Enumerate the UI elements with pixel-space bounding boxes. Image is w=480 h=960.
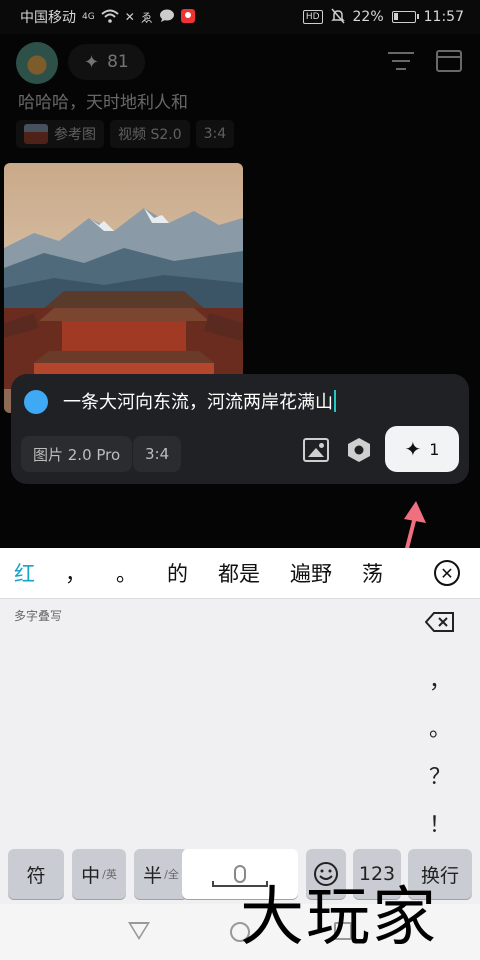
- history-prompt[interactable]: 哈哈哈，天时地利人和: [18, 88, 188, 113]
- comma-key[interactable]: ，: [429, 655, 451, 703]
- status-bar: 中国移动 4G ✕ ゑ HD 22% 11:57: [0, 0, 480, 34]
- app-notification-icon: ゑ: [140, 10, 153, 25]
- prompt-composer: 一条大河向东流，河流两岸花满山 图片 2.0 Pro 3:4 ✦ 1: [11, 374, 469, 484]
- battery-icon: [391, 11, 419, 23]
- candidate-item[interactable]: 。: [116, 558, 137, 588]
- reference-chip[interactable]: 参考图: [16, 120, 104, 148]
- network-type-label: 4G: [82, 12, 95, 22]
- handwriting-mode-hint: 多字叠写: [14, 609, 63, 623]
- width-toggle-key[interactable]: 半/全: [134, 849, 188, 899]
- folder-icon[interactable]: [436, 50, 462, 72]
- period-key[interactable]: 。: [429, 703, 451, 751]
- lang-toggle-main: 中: [81, 864, 101, 887]
- carrier-label: 中国移动: [20, 10, 76, 26]
- map-app-icon: [180, 8, 195, 26]
- side-key-column: ， 。 ？ ！: [420, 611, 460, 847]
- backspace-icon[interactable]: [424, 611, 455, 633]
- generate-count: 1: [429, 439, 440, 459]
- symbol-key[interactable]: 符: [8, 849, 64, 899]
- lang-toggle-key[interactable]: 中/英: [72, 849, 126, 899]
- sparkle-icon: ✦: [84, 51, 100, 73]
- width-toggle-sub: /全: [164, 868, 179, 881]
- exclamation-key[interactable]: ！: [429, 799, 451, 847]
- avatar[interactable]: [16, 42, 58, 84]
- credits-count: 81: [107, 52, 129, 72]
- battery-percent: 22%: [352, 9, 384, 25]
- hd-badge: HD: [302, 10, 323, 24]
- settings-hex-icon[interactable]: [345, 436, 373, 464]
- reference-label: 参考图: [54, 127, 96, 143]
- text-caret: [334, 390, 336, 412]
- candidate-item[interactable]: ，: [65, 558, 86, 588]
- mode-dot-icon[interactable]: [24, 390, 48, 414]
- mute-notification-icon: ✕: [124, 10, 135, 24]
- candidate-item[interactable]: 遍野: [290, 558, 332, 588]
- nav-back-icon[interactable]: [128, 922, 150, 940]
- filter-icon[interactable]: [388, 50, 414, 72]
- candidate-item[interactable]: 的: [167, 558, 188, 588]
- model-select[interactable]: 图片 2.0 Pro: [21, 436, 133, 472]
- ratio-chip: 3:4: [195, 120, 235, 148]
- generate-button[interactable]: ✦ 1: [385, 426, 459, 472]
- candidate-item[interactable]: 都是: [218, 558, 260, 588]
- image-upload-icon[interactable]: [303, 438, 329, 462]
- history-meta: 参考图 视频 S2.0 3:4: [16, 120, 235, 148]
- question-key[interactable]: ？: [429, 751, 451, 799]
- width-toggle-main: 半: [143, 864, 163, 887]
- prompt-input[interactable]: 一条大河向东流，河流两岸花满山: [63, 388, 336, 414]
- credits-badge[interactable]: ✦ 81: [68, 44, 145, 80]
- close-candidates-icon[interactable]: ✕: [434, 560, 460, 586]
- lang-toggle-sub: /英: [102, 868, 117, 881]
- sparkle-icon: ✦: [404, 437, 422, 461]
- candidate-bar: 红 ， 。 的 都是 遍野 荡 ✕: [0, 548, 480, 598]
- message-icon: [159, 9, 175, 26]
- model-chip: 视频 S2.0: [110, 120, 190, 148]
- ratio-select[interactable]: 3:4: [133, 436, 182, 472]
- candidate-item[interactable]: 红: [14, 558, 35, 588]
- wifi-icon: [101, 9, 119, 26]
- clock: 11:57: [423, 9, 464, 25]
- prompt-input-value: 一条大河向东流，河流两岸花满山: [63, 392, 333, 413]
- watermark-text: 大玩家: [240, 881, 438, 955]
- bell-off-icon: [330, 8, 345, 27]
- handwriting-keyboard[interactable]: 多字叠写 ， 。 ？ ！ 符 中/英 半/全 123 换行: [0, 598, 480, 904]
- reference-thumbnail: [24, 124, 48, 144]
